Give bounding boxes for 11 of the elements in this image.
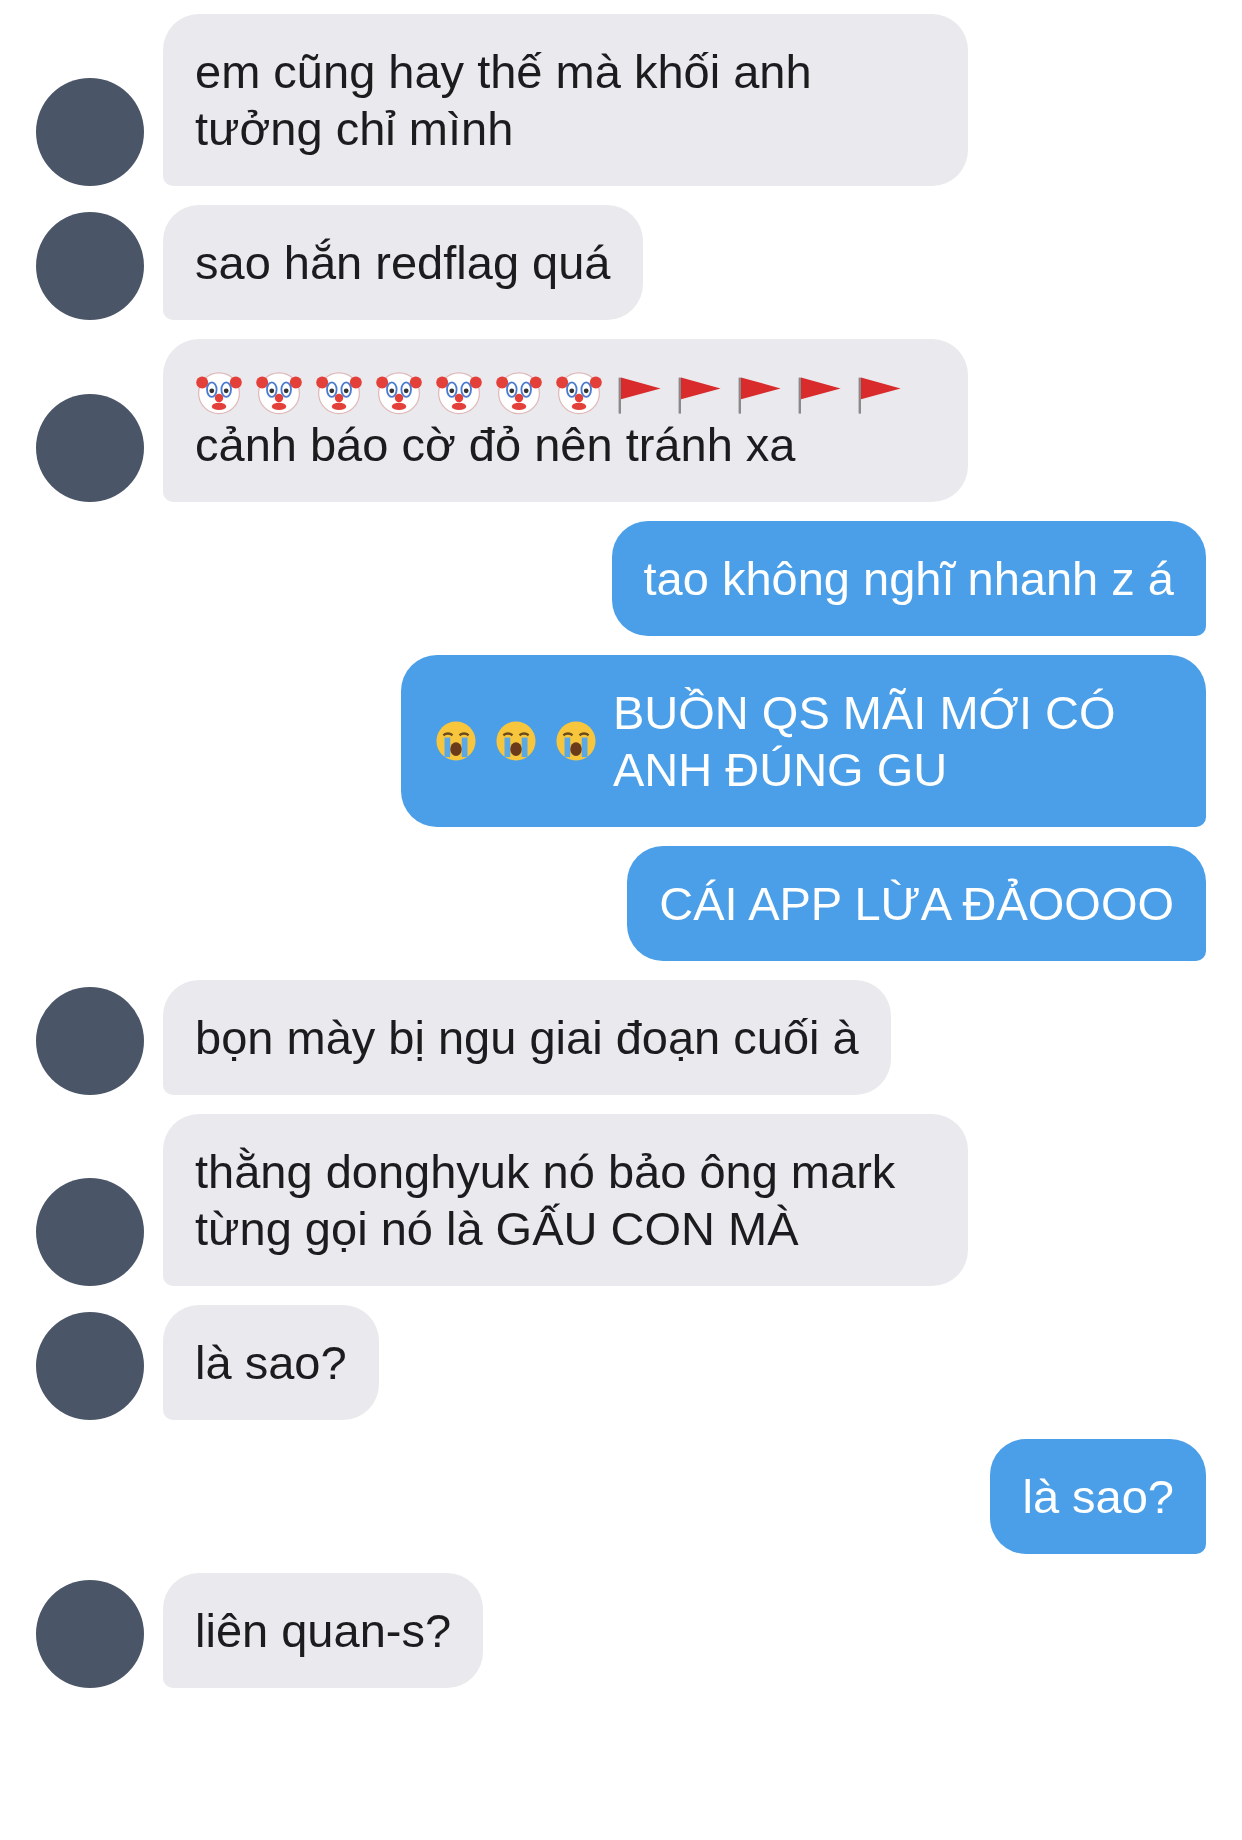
message-text: CÁI APP LỪA ĐẢOOOO	[659, 876, 1174, 932]
message-text: sao hắn redflag quá	[195, 235, 611, 291]
message-text: là sao?	[1022, 1469, 1174, 1525]
message-text: bọn mày bị ngu giai đoạn cuối à	[195, 1010, 859, 1066]
message-text: BUỒN QS MÃI MỚI CÓ ANH ĐÚNG GU	[613, 685, 1117, 798]
message-text: cảnh báo cờ đỏ nên tránh xa	[195, 417, 797, 473]
message-text: tao không nghĩ nhanh z á	[643, 551, 1174, 607]
message-text: em cũng hay thế mà khối anh tưởng chỉ mình	[195, 44, 813, 157]
message-text: thằng donghyuk nó bảo ông mark từng gọi nó là GẤU CON MÀ	[195, 1144, 897, 1257]
message-text: liên quan-s?	[195, 1603, 452, 1659]
message-text: là sao?	[195, 1335, 347, 1391]
